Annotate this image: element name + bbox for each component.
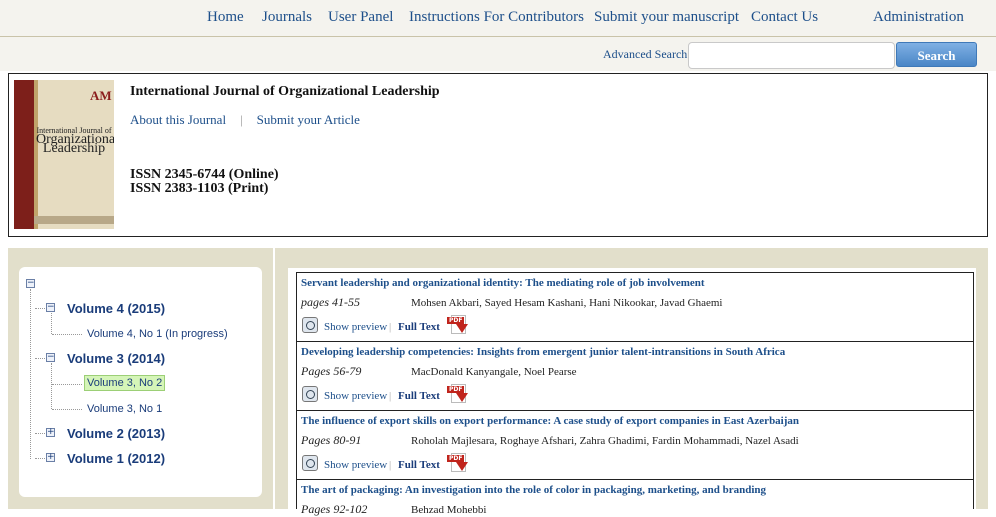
article-title-link[interactable]: Developing leadership competencies: Insi…	[301, 346, 785, 358]
search-button[interactable]: Search	[896, 42, 977, 67]
pdf-download-icon[interactable]: PDF	[447, 315, 469, 337]
volume-3-link[interactable]: Volume 3 (2014)	[67, 351, 165, 366]
article-item: The art of packaging: An investigation i…	[296, 479, 974, 516]
nav-home[interactable]: Home	[207, 9, 244, 26]
article-item: Developing leadership competencies: Insi…	[296, 341, 974, 411]
issn-block: ISSN 2345-6744 (Online) ISSN 2383-1103 (…	[130, 168, 279, 196]
volume-expand-icon[interactable]: +	[46, 453, 55, 462]
article-pages: Pages 56-79	[301, 364, 362, 378]
article-title-link[interactable]: The influence of export skills on export…	[301, 415, 799, 427]
preview-icon[interactable]	[302, 317, 318, 333]
nav-user-panel[interactable]: User Panel	[328, 9, 393, 26]
full-text-label: Full Text	[398, 459, 440, 471]
nav-administration[interactable]: Administration	[873, 9, 964, 26]
volume-2-link[interactable]: Volume 2 (2013)	[67, 426, 165, 441]
nav-contact[interactable]: Contact Us	[751, 9, 818, 26]
full-text-label: Full Text	[398, 321, 440, 333]
tree-connector	[52, 384, 82, 385]
divider: |	[389, 321, 392, 333]
volume-collapse-icon[interactable]: −	[46, 303, 55, 312]
journal-links: About this Journal | Submit your Article	[130, 112, 374, 128]
divider: |	[389, 390, 392, 402]
tree-branch-line	[51, 313, 52, 334]
tree-connector	[52, 334, 82, 335]
cover-brand: AM	[90, 88, 112, 103]
cover-title: International Journal of Organizational …	[36, 126, 114, 156]
article-authors: MacDonald Kanyangale, Noel Pearse	[411, 366, 577, 378]
nav-instructions[interactable]: Instructions For Contributors	[409, 9, 584, 26]
show-preview-link[interactable]: Show preview	[324, 459, 387, 471]
show-preview-link[interactable]: Show preview	[324, 390, 387, 402]
preview-icon[interactable]	[302, 386, 318, 402]
advanced-search-link[interactable]: Advanced Search	[603, 47, 687, 62]
search-input[interactable]	[688, 42, 895, 69]
tree-branch-line	[51, 363, 52, 409]
issn-online: ISSN 2345-6744 (Online)	[130, 167, 279, 182]
nav-submit-manuscript[interactable]: Submit your manuscript	[594, 9, 739, 26]
article-item: Servant leadership and organizational id…	[296, 272, 974, 342]
journal-cover-image: AM International Journal of Organization…	[14, 80, 114, 229]
issue-vol3-no1-link[interactable]: Volume 3, No 1	[87, 403, 162, 415]
article-authors: Behzad Mohebbi	[411, 504, 487, 516]
article-authors: Mohsen Akbari, Sayed Hesam Kashani, Hani…	[411, 297, 723, 309]
article-pages: Pages 80-91	[301, 433, 362, 447]
submit-article-link[interactable]: Submit your Article	[257, 112, 360, 127]
tree-root-line	[30, 289, 31, 459]
cover-footer	[34, 216, 114, 224]
preview-icon[interactable]	[302, 455, 318, 471]
issue-vol4-no1-link[interactable]: Volume 4, No 1 (In progress)	[87, 328, 228, 340]
top-nav: Home Journals User Panel Instructions Fo…	[0, 0, 996, 37]
volume-4-link[interactable]: Volume 4 (2015)	[67, 301, 165, 316]
article-title-link[interactable]: Servant leadership and organizational id…	[301, 277, 705, 289]
tree-root-toggle-icon[interactable]: −	[26, 279, 35, 288]
tree-connector	[52, 409, 82, 410]
divider: |	[389, 459, 392, 471]
volume-1-link[interactable]: Volume 1 (2012)	[67, 451, 165, 466]
cover-stripe	[34, 80, 38, 229]
pdf-download-icon[interactable]: PDF	[447, 453, 469, 475]
volume-expand-icon[interactable]: +	[46, 428, 55, 437]
article-pages: Pages 92-102	[301, 502, 368, 516]
article-item: The influence of export skills on export…	[296, 410, 974, 480]
cover-title-last: Leadership	[42, 141, 106, 156]
volume-collapse-icon[interactable]: −	[46, 353, 55, 362]
issue-vol3-no2-link-selected[interactable]: Volume 3, No 2	[84, 375, 166, 391]
full-text-label: Full Text	[398, 390, 440, 402]
link-separator: |	[240, 112, 243, 127]
cover-spine	[14, 80, 34, 229]
pdf-download-icon[interactable]: PDF	[447, 384, 469, 406]
about-journal-link[interactable]: About this Journal	[130, 112, 226, 127]
article-pages: pages 41-55	[301, 295, 360, 309]
show-preview-link[interactable]: Show preview	[324, 321, 387, 333]
journal-title: International Journal of Organizational …	[130, 84, 440, 99]
issn-print: ISSN 2383-1103 (Print)	[130, 181, 269, 196]
article-title-link[interactable]: The art of packaging: An investigation i…	[301, 484, 766, 496]
nav-journals[interactable]: Journals	[262, 9, 312, 26]
article-authors: Roholah Majlesara, Roghaye Afshari, Zahr…	[411, 435, 799, 447]
